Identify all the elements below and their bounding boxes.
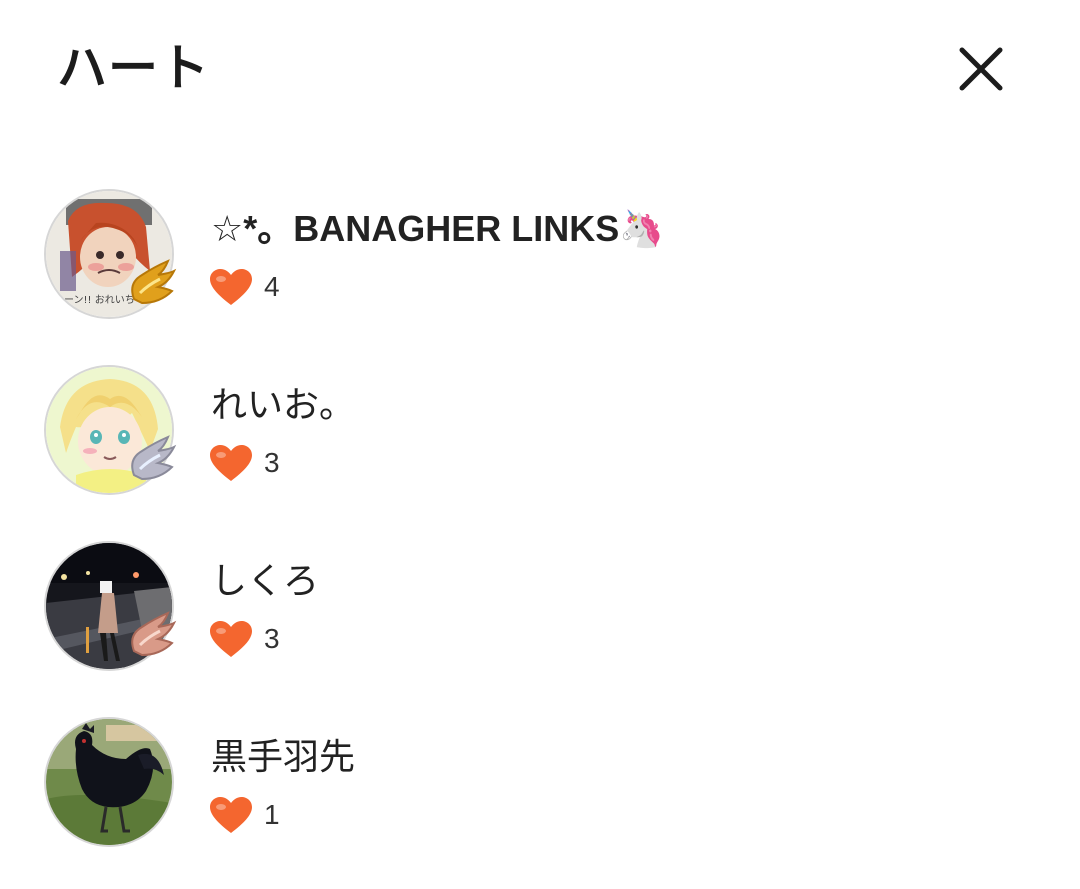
heart-count-value: 4 — [264, 271, 280, 302]
heart-icon — [210, 797, 252, 833]
modal-title: ハート — [57, 40, 210, 96]
heart-count: 4 — [208, 265, 280, 309]
heart-count: 1 — [208, 793, 280, 837]
liker-row[interactable]: しくろ 3 — [0, 537, 1080, 713]
liker-list: ーン!! おれいち ☆*。BANAGHER LINKS🦄 4 れいお。 3 しく… — [0, 185, 1080, 889]
liker-name[interactable]: ☆*。BANAGHER LINKS🦄 — [211, 207, 664, 251]
heart-count-value: 1 — [264, 799, 280, 830]
bronze-wing-badge-icon — [131, 611, 177, 657]
avatar[interactable]: ーン!! おれいち — [44, 189, 178, 323]
liker-name[interactable]: れいお。 — [211, 383, 355, 427]
heart-count-value: 3 — [264, 623, 280, 654]
close-icon — [959, 47, 1003, 91]
liker-name[interactable]: 黒手羽先 — [211, 735, 355, 779]
liker-row[interactable]: ーン!! おれいち ☆*。BANAGHER LINKS🦄 4 — [0, 185, 1080, 361]
heart-icon — [210, 445, 252, 481]
avatar[interactable] — [44, 541, 178, 675]
modal-header: ハート — [0, 0, 1080, 140]
liker-name[interactable]: しくろ — [211, 559, 319, 603]
heart-count: 3 — [208, 617, 280, 661]
liker-row[interactable]: れいお。 3 — [0, 361, 1080, 537]
close-button[interactable] — [950, 38, 1012, 100]
silver-wing-badge-icon — [131, 435, 177, 481]
heart-icon — [210, 269, 252, 305]
avatar[interactable] — [44, 365, 178, 499]
heart-count-value: 3 — [264, 447, 280, 478]
gold-wing-badge-icon — [131, 259, 177, 305]
heart-count: 3 — [208, 441, 280, 485]
liker-row[interactable]: 黒手羽先 1 — [0, 713, 1080, 889]
avatar[interactable] — [44, 717, 178, 851]
heart-icon — [210, 621, 252, 657]
